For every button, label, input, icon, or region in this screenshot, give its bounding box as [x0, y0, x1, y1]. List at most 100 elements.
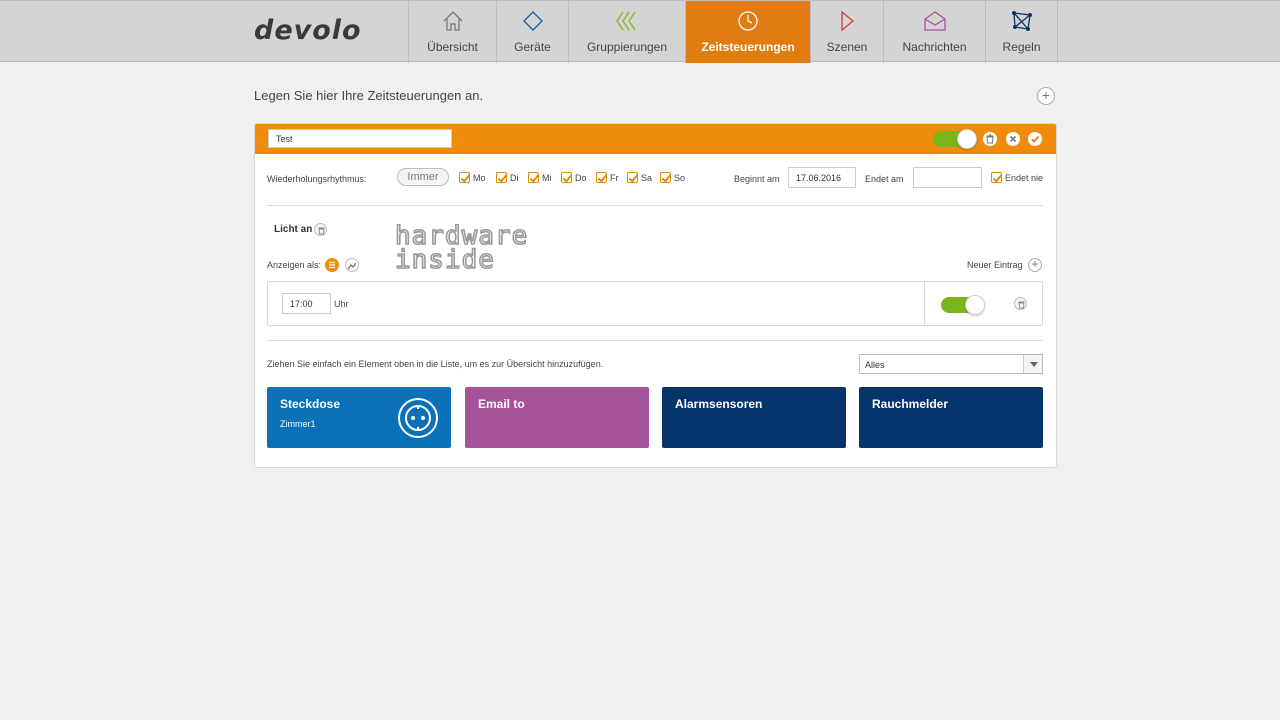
trash-icon	[318, 227, 325, 235]
entry-unit-label: Uhr	[334, 299, 349, 309]
begins-label: Beginnt am	[734, 174, 780, 184]
trash-icon	[1018, 301, 1025, 309]
new-entry-label: Neuer Eintrag	[967, 260, 1023, 270]
watermark-line-2: inside	[395, 245, 495, 270]
ends-label: Endet am	[865, 174, 904, 184]
checkmark-icon	[1031, 136, 1040, 143]
chart-line-icon	[347, 262, 357, 270]
nav-item-geraete[interactable]: Geräte	[497, 1, 569, 63]
checkbox-checked-icon	[496, 172, 507, 183]
main-nav: Übersicht Geräte Gruppierungen Zeitsteue…	[408, 1, 1058, 63]
checkbox-checked-icon	[561, 172, 572, 183]
begins-date-field[interactable]: 17.06.2016	[788, 167, 856, 188]
tile-title: Email to	[478, 397, 525, 411]
delete-entry-button[interactable]	[1014, 297, 1027, 310]
trash-icon	[986, 134, 994, 144]
new-entry-button[interactable]: +	[1028, 258, 1042, 272]
tile-alarmsensoren[interactable]: Alarmsensoren	[662, 387, 846, 448]
entry-enabled-toggle[interactable]	[941, 295, 985, 315]
day-label: So	[674, 172, 686, 183]
tile-title: Steckdose	[280, 397, 341, 411]
list-icon	[329, 261, 335, 269]
nav-item-uebersicht[interactable]: Übersicht	[409, 1, 497, 63]
schedule-enabled-toggle[interactable]	[933, 129, 977, 149]
checkbox-checked-icon	[627, 172, 638, 183]
day-checkbox-sa[interactable]: Sa	[627, 172, 652, 183]
diamond-icon	[522, 11, 543, 31]
checkbox-checked-icon	[991, 172, 1002, 183]
tile-title: Rauchmelder	[872, 397, 949, 411]
play-icon	[841, 10, 855, 32]
watermark-logo: hardware inside	[395, 224, 528, 270]
add-schedule-button[interactable]: +	[1037, 87, 1055, 105]
never-ends-label: Endet nie	[1005, 172, 1044, 183]
divider	[267, 340, 1043, 341]
schedule-name-input[interactable]	[268, 129, 452, 148]
tile-steckdose[interactable]: Steckdose Zimmer1	[267, 387, 451, 448]
repeat-mode-button[interactable]: Immer	[397, 168, 449, 186]
filter-select[interactable]: Alles	[859, 354, 1043, 374]
ends-date-field[interactable]	[913, 167, 982, 188]
list-view-button[interactable]	[325, 258, 339, 272]
tile-title: Alarmsensoren	[675, 397, 763, 411]
network-icon	[1011, 11, 1032, 31]
delete-action-button[interactable]	[314, 223, 327, 236]
tile-email-to[interactable]: Email to	[465, 387, 649, 448]
chart-view-button[interactable]	[345, 258, 359, 272]
nav-item-zeitsteuerungen[interactable]: Zeitsteuerungen	[686, 1, 811, 63]
day-checkbox-mo[interactable]: Mo	[459, 172, 486, 183]
tile-rauchmelder[interactable]: Rauchmelder	[859, 387, 1043, 448]
nav-label: Geräte	[514, 40, 551, 54]
nav-label: Übersicht	[427, 40, 478, 54]
drag-hint: Ziehen Sie einfach ein Element oben in d…	[267, 359, 604, 369]
nav-item-gruppierungen[interactable]: Gruppierungen	[569, 1, 686, 63]
toggle-knob	[957, 129, 977, 149]
clock-icon	[738, 11, 758, 31]
day-checkbox-di[interactable]: Di	[496, 172, 519, 183]
cancel-button[interactable]	[1006, 132, 1020, 146]
checkbox-checked-icon	[660, 172, 671, 183]
nav-label: Szenen	[826, 40, 868, 54]
day-label: Fr	[610, 172, 619, 183]
devolo-logo: devolo	[254, 15, 362, 46]
checkbox-checked-icon	[528, 172, 539, 183]
top-navigation-bar: devolo Übersicht Geräte Gruppierungen Ze…	[0, 0, 1280, 63]
nav-label: Nachrichten	[902, 40, 967, 54]
filter-selected-value: Alles	[865, 360, 885, 370]
never-ends-checkbox[interactable]: Endet nie	[991, 172, 1043, 183]
day-label: Di	[510, 172, 519, 183]
tile-subtitle: Zimmer1	[280, 419, 316, 429]
chevron-down-icon	[1023, 355, 1042, 373]
toggle-knob	[965, 295, 985, 315]
repeat-label: Wiederholungsrhythmus:	[267, 174, 367, 184]
day-label: Do	[575, 172, 587, 183]
day-label: Mi	[542, 172, 552, 183]
day-checkbox-do[interactable]: Do	[561, 172, 587, 183]
delete-schedule-button[interactable]	[983, 132, 997, 146]
action-title: Licht an	[274, 224, 313, 235]
day-checkbox-fr[interactable]: Fr	[596, 172, 619, 183]
confirm-button[interactable]	[1028, 132, 1042, 146]
day-label: Sa	[641, 172, 653, 183]
nav-label: Zeitsteuerungen	[701, 40, 795, 54]
schedule-card-header	[255, 124, 1056, 154]
show-as-label: Anzeigen als:	[267, 260, 322, 270]
home-icon	[443, 11, 462, 31]
nav-item-regeln[interactable]: Regeln	[986, 1, 1058, 63]
day-checkbox-mi[interactable]: Mi	[528, 172, 552, 183]
schedule-entry-row: 17:00 Uhr	[267, 281, 1043, 326]
close-icon	[1009, 135, 1017, 143]
row-separator	[924, 282, 925, 325]
nav-label: Regeln	[1002, 40, 1041, 54]
nav-item-szenen[interactable]: Szenen	[811, 1, 884, 63]
divider	[267, 205, 1043, 206]
envelope-icon	[923, 11, 946, 31]
chevrons-icon	[616, 11, 636, 31]
entry-time-field[interactable]: 17:00	[282, 293, 331, 314]
checkbox-checked-icon	[596, 172, 607, 183]
nav-item-nachrichten[interactable]: Nachrichten	[884, 1, 986, 63]
day-checkbox-so[interactable]: So	[660, 172, 685, 183]
checkbox-checked-icon	[459, 172, 470, 183]
nav-label: Gruppierungen	[586, 40, 668, 54]
day-label: Mo	[473, 172, 486, 183]
